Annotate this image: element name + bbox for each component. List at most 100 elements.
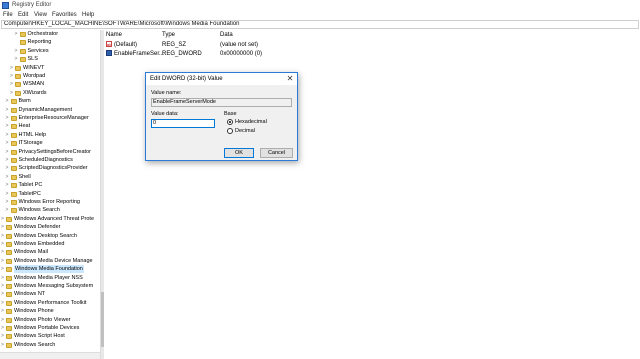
folder-icon: [10, 132, 17, 138]
tree-item-label: Shell: [18, 173, 31, 180]
tree-item[interactable]: > Services: [0, 47, 100, 55]
folder-icon: [15, 82, 21, 88]
tree-item-label: DynamicManagement: [18, 106, 73, 113]
folder-icon: [19, 40, 26, 46]
decimal-radio[interactable]: [227, 128, 233, 134]
tree-item[interactable]: > Windows Embedded: [0, 240, 100, 248]
menu-edit[interactable]: Edit: [18, 12, 28, 18]
tree-item[interactable]: > TabletPC: [0, 190, 100, 198]
tree-item[interactable]: > Windows Portable Devices: [0, 324, 100, 332]
value-row-enableframeservermode[interactable]: EnableFrameSer... REG_DWORD 0x00000000 (…: [104, 50, 640, 58]
tree-item-label: Windows Messaging Subsystem: [14, 283, 94, 289]
tree-item[interactable]: > Windows Messaging Subsystem: [0, 282, 100, 290]
tree-item-label: Windows Embedded: [14, 241, 65, 247]
tree-item[interactable]: > Windows Defender: [0, 223, 100, 231]
tree-item[interactable]: > Windows Desktop Search: [0, 232, 100, 240]
folder-icon: [15, 65, 21, 71]
value-type: REG_SZ: [162, 42, 187, 48]
folder-icon: [10, 116, 17, 121]
tree-item[interactable]: > Orchestrator: [0, 30, 100, 38]
column-header-name[interactable]: Name: [106, 32, 122, 38]
value-name: EnableFrameSer...: [114, 51, 165, 57]
folder-icon: [10, 158, 17, 163]
tree-item[interactable]: > XWizards: [0, 89, 100, 97]
decimal-label[interactable]: Decimal: [235, 128, 255, 134]
tree-item[interactable]: > Windows Media Device Manage: [0, 257, 100, 265]
close-icon[interactable]: ✕: [285, 74, 295, 84]
tree-item[interactable]: > Windows NT: [0, 290, 100, 298]
tree-item-label: ITStorage: [18, 140, 43, 147]
menu-help[interactable]: Help: [82, 12, 94, 18]
folder-icon: [10, 99, 17, 105]
registry-editor-icon: [2, 2, 9, 9]
ok-button[interactable]: OK: [224, 148, 254, 158]
menu-view[interactable]: View: [34, 12, 47, 18]
menu-favorites[interactable]: Favorites: [52, 12, 77, 18]
tree-item[interactable]: > DynamicManagement: [0, 106, 100, 114]
hexadecimal-radio[interactable]: [227, 119, 233, 125]
tree-item[interactable]: > WSMAN: [0, 80, 100, 88]
tree-item-label: Wordpad: [23, 73, 46, 79]
tree-item[interactable]: > EnterpriseResourceManager: [0, 114, 100, 122]
tree-item[interactable]: > Windows Phone: [0, 307, 100, 315]
tree-item-label: XWizards: [23, 89, 47, 96]
folder-icon: [6, 258, 12, 264]
tree-item-label: ScheduledDiagnostics: [18, 157, 73, 163]
hexadecimal-label[interactable]: Hexadecimal: [235, 119, 267, 125]
tree-item[interactable]: > Windows Media Foundation: [0, 265, 100, 274]
menu-file[interactable]: File: [3, 12, 13, 18]
value-name-label: Value name:: [151, 90, 182, 96]
column-header-data[interactable]: Data: [220, 32, 233, 38]
tree-item[interactable]: > Windows Advanced Threat Prote: [0, 215, 100, 223]
tree-item-label: Windows Portable Devices: [14, 325, 80, 331]
tree-item-label: Windows Advanced Threat Prote: [14, 215, 94, 222]
tree-item-label: Tablet PC: [18, 182, 43, 189]
tree-item[interactable]: > Windows Error Reporting: [0, 198, 100, 206]
tree-item[interactable]: > Windows Media Player NSS: [0, 274, 100, 282]
folder-icon: [10, 174, 17, 180]
tree-item-label: Windows Media Foundation: [14, 265, 84, 274]
tree-item-label: Reporting: [27, 39, 52, 46]
tree-item[interactable]: > Wordpad: [0, 72, 100, 80]
tree-item[interactable]: > Windows Search: [0, 206, 100, 214]
value-name-field[interactable]: EnableFrameServerMode: [151, 98, 292, 107]
tree-horizontal-scrollbar[interactable]: [0, 352, 100, 359]
folder-icon: [10, 166, 17, 172]
folder-icon: [6, 216, 12, 222]
registry-key-tree[interactable]: > Orchestrator Reporting > Services > SLS > WINE…: [0, 30, 100, 359]
tree-item[interactable]: > ScriptedDiagnosticsProvider: [0, 164, 100, 172]
value-data-field[interactable]: 0: [151, 119, 215, 128]
tree-item[interactable]: > Windows Mail: [0, 248, 100, 256]
tree-item[interactable]: > WINEVT: [0, 64, 100, 72]
value-row-default[interactable]: ab (Default) REG_SZ (value not set): [104, 41, 640, 49]
address-bar[interactable]: Computer\HKEY_LOCAL_MACHINE\SOFTWARE\Mic…: [1, 20, 639, 29]
tree-item[interactable]: > Windows Search: [0, 341, 100, 349]
tree-item[interactable]: > Heat: [0, 122, 100, 130]
tree-item[interactable]: > Windows Photo Viewer: [0, 316, 100, 324]
tree-item[interactable]: > Shell: [0, 173, 100, 181]
tree-item-label: PrivacySettingsBeforeCreator: [18, 148, 91, 155]
tree-item[interactable]: > Windows Performance Toolkit: [0, 299, 100, 307]
folder-icon: [10, 149, 17, 155]
tree-item-label: Windows Desktop Search: [14, 232, 77, 239]
tree-item[interactable]: > Windows Script Host: [0, 332, 100, 340]
value-data: (value not set): [220, 42, 259, 48]
dialog-title-bar: Edit DWORD (32-bit) Value ✕: [146, 73, 297, 85]
cancel-button[interactable]: Cancel: [260, 148, 293, 158]
tree-item-label: Windows Phone: [14, 308, 54, 315]
column-header-type[interactable]: Type: [162, 32, 175, 38]
folder-icon: [6, 317, 12, 323]
tree-item[interactable]: > HTML Help: [0, 131, 100, 139]
folder-icon: [6, 300, 12, 306]
folder-icon: [6, 342, 12, 348]
tree-item-label: Heat: [18, 123, 31, 130]
tree-item[interactable]: > SLS: [0, 55, 100, 63]
tree-item-label: Windows Search: [14, 341, 56, 348]
tree-item[interactable]: Reporting: [0, 38, 100, 46]
tree-item[interactable]: > Bwm: [0, 97, 100, 105]
tree-item[interactable]: > Tablet PC: [0, 181, 100, 189]
tree-item[interactable]: > ScheduledDiagnostics: [0, 156, 100, 164]
tree-item[interactable]: > PrivacySettingsBeforeCreator: [0, 148, 100, 156]
tree-item[interactable]: > ITStorage: [0, 139, 100, 147]
tree-item-label: Windows Defender: [14, 224, 61, 231]
